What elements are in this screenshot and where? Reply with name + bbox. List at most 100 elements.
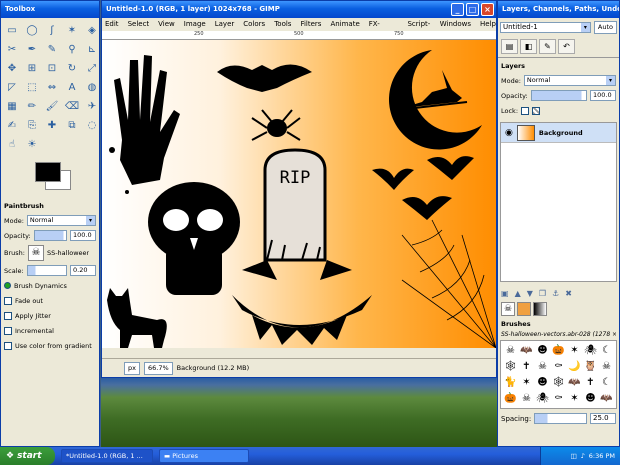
lock-alpha-checkbox[interactable] <box>532 106 541 115</box>
incremental-checkbox[interactable] <box>4 326 12 335</box>
menu-view[interactable]: View <box>158 18 175 31</box>
tab-paths[interactable]: ✎ <box>539 39 556 54</box>
pencil-tool-icon[interactable]: ✏ <box>23 97 41 115</box>
dock-titlebar[interactable]: Layers, Channels, Paths, Undo - ... <box>498 1 619 18</box>
brush-thumbnail[interactable]: 🦇 <box>519 343 534 358</box>
unit-select[interactable]: px <box>124 361 140 375</box>
scissors-tool-icon[interactable]: ✂ <box>3 40 21 58</box>
brush-thumbnail[interactable]: ☠ <box>503 343 518 358</box>
taskbar-item-gimp[interactable]: *Untitled-1.0 (RGB, 1 ... <box>61 449 153 463</box>
menu-fx-foundry[interactable]: FX-Foundry <box>369 18 399 41</box>
spacing-value[interactable]: 25.0 <box>590 413 616 424</box>
ink-tool-icon[interactable]: ✍ <box>3 116 21 134</box>
brush-thumbnail[interactable]: ⚰ <box>551 359 566 374</box>
new-layer-icon[interactable]: ▣ <box>501 289 509 298</box>
raise-layer-icon[interactable]: ▲ <box>515 289 521 298</box>
eye-icon[interactable]: ◉ <box>505 128 513 138</box>
perspective-tool-icon[interactable]: ⬚ <box>23 78 41 96</box>
rect-select-tool-icon[interactable]: ▭ <box>3 21 21 39</box>
blend-tool-icon[interactable]: ▦ <box>3 97 21 115</box>
layer-opacity-value[interactable]: 100.0 <box>590 90 616 101</box>
tab-undo[interactable]: ↶ <box>558 39 575 54</box>
brush-thumbnail[interactable]: ☻ <box>583 391 598 406</box>
taskbar-item-pictures[interactable]: ▬ Pictures <box>159 449 249 463</box>
brush-thumbnail[interactable]: ☻ <box>535 343 550 358</box>
gradient-swatch[interactable] <box>533 301 547 316</box>
image-canvas[interactable]: RIP <box>102 40 496 348</box>
brush-thumbnail[interactable]: ☾ <box>599 375 614 390</box>
move-tool-icon[interactable]: ✥ <box>3 59 21 77</box>
menu-animate[interactable]: Animate <box>330 18 359 31</box>
anchor-layer-icon[interactable]: ⚓ <box>552 289 559 298</box>
menu-script-fu[interactable]: Script-Fu <box>407 18 430 41</box>
brush-thumbnail[interactable]: 🎃 <box>551 343 566 358</box>
scale-tool-icon[interactable]: ⤢ <box>83 59 99 77</box>
brush-thumbnail[interactable]: ✶ <box>567 391 582 406</box>
zoom-select[interactable]: 66.7% <box>143 361 173 375</box>
fade-out-checkbox[interactable] <box>4 296 12 305</box>
blur-tool-icon[interactable]: ◌ <box>83 116 99 134</box>
brush-thumbnail[interactable]: 🦇 <box>567 375 582 390</box>
image-titlebar[interactable]: Untitled-1.0 (RGB, 1 layer) 1024x768 - G… <box>102 1 496 18</box>
menu-filters[interactable]: Filters <box>300 18 321 31</box>
toolbox-titlebar[interactable]: Toolbox <box>1 1 99 18</box>
layer-row[interactable]: ◉ Background <box>501 123 616 143</box>
menu-edit[interactable]: Edit <box>105 18 119 31</box>
menu-help[interactable]: Help <box>480 18 496 31</box>
apply-jitter-checkbox[interactable] <box>4 311 12 320</box>
scale-slider[interactable] <box>26 265 67 276</box>
menu-image[interactable]: Image <box>184 18 206 31</box>
horizontal-ruler[interactable]: 250 500 750 <box>102 31 496 40</box>
duplicate-layer-icon[interactable]: ❐ <box>539 289 546 298</box>
brush-thumbnail[interactable]: 🦇 <box>599 391 614 406</box>
brush-thumbnail[interactable]: ☾ <box>599 343 614 358</box>
dodge-tool-icon[interactable]: ☀ <box>23 135 41 153</box>
clone-tool-icon[interactable]: ⎘ <box>23 116 41 134</box>
eraser-tool-icon[interactable]: ⌫ <box>63 97 81 115</box>
brush-thumbnail[interactable]: ⚰ <box>551 391 566 406</box>
image-select[interactable]: Untitled-1 ▾ <box>500 21 591 33</box>
pattern-swatch[interactable] <box>517 301 531 316</box>
lower-layer-icon[interactable]: ▼ <box>527 289 533 298</box>
flip-tool-icon[interactable]: ⇔ <box>43 78 61 96</box>
color-picker-tool-icon[interactable]: ✎ <box>43 40 61 58</box>
volume-icon[interactable]: ♪ <box>581 452 585 460</box>
paths-tool-icon[interactable]: ✒ <box>23 40 41 58</box>
fuzzy-select-tool-icon[interactable]: ✶ <box>63 21 81 39</box>
free-select-tool-icon[interactable]: ʃ <box>43 21 61 39</box>
menu-windows[interactable]: Windows <box>440 18 471 31</box>
brush-thumbnail[interactable]: ✝ <box>583 375 598 390</box>
tab-channels[interactable]: ◧ <box>520 39 537 54</box>
brush-thumbnail[interactable]: ☠ <box>599 359 614 374</box>
maximize-button[interactable]: □ <box>466 3 479 16</box>
brush-thumbnail[interactable]: 🌙 <box>567 359 582 374</box>
brush-thumbnail[interactable]: 🎃 <box>503 391 518 406</box>
bucket-fill-tool-icon[interactable]: ◍ <box>83 78 99 96</box>
brush-thumbnail[interactable]: ☠ <box>535 359 550 374</box>
measure-tool-icon[interactable]: ⊾ <box>83 40 99 58</box>
menu-colors[interactable]: Colors <box>243 18 265 31</box>
network-icon[interactable]: ◫ <box>570 452 576 460</box>
brush-thumbnail[interactable]: ☻ <box>535 375 550 390</box>
perspective-clone-tool-icon[interactable]: ⧉ <box>63 116 81 134</box>
brush-thumbnail[interactable]: ☠ <box>519 391 534 406</box>
menu-select[interactable]: Select <box>128 18 150 31</box>
layer-mode-select[interactable]: Normal ▾ <box>523 75 616 86</box>
expander-icon[interactable] <box>4 282 11 289</box>
rotate-tool-icon[interactable]: ↻ <box>63 59 81 77</box>
zoom-tool-icon[interactable]: ⚲ <box>63 40 81 58</box>
layer-opacity-slider[interactable] <box>530 90 587 101</box>
brush-thumbnail[interactable]: ✶ <box>519 375 534 390</box>
menu-tools[interactable]: Tools <box>274 18 291 31</box>
minimize-button[interactable]: _ <box>451 3 464 16</box>
align-tool-icon[interactable]: ⊞ <box>23 59 41 77</box>
menu-layer[interactable]: Layer <box>215 18 235 31</box>
brush-thumbnail[interactable]: 🦉 <box>583 359 598 374</box>
smudge-tool-icon[interactable]: ☝ <box>3 135 21 153</box>
color-select-tool-icon[interactable]: ◈ <box>83 21 99 39</box>
use-color-gradient-checkbox[interactable] <box>4 341 12 350</box>
foreground-color-swatch[interactable] <box>35 162 61 182</box>
shear-tool-icon[interactable]: ◸ <box>3 78 21 96</box>
heal-tool-icon[interactable]: ✚ <box>43 116 61 134</box>
brush-thumbnail[interactable]: 🕷 <box>535 391 550 406</box>
